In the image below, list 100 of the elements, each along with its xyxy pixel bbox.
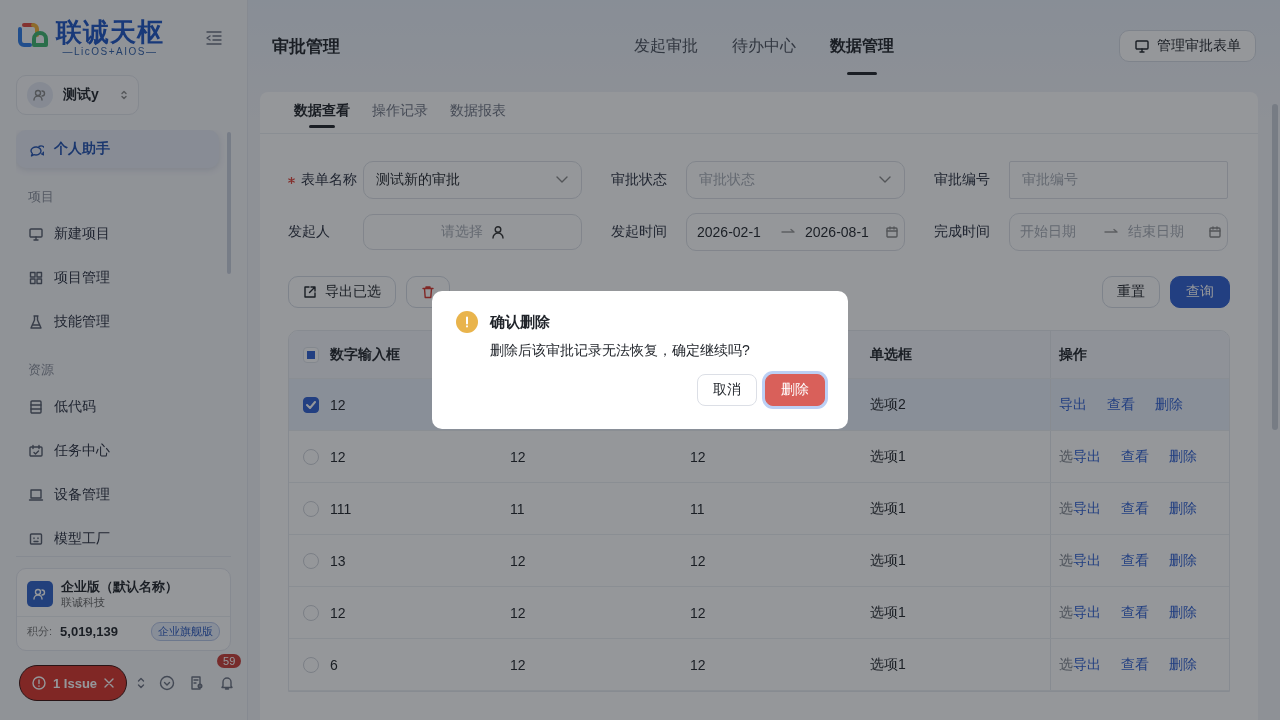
people-icon — [33, 88, 47, 102]
check-circle-icon — [159, 675, 176, 691]
table-cell: 选 — [1059, 603, 1073, 622]
points-value: 5,019,139 — [60, 624, 119, 639]
sub-tab[interactable]: 数据查看 — [294, 88, 350, 134]
table-cell: 12 — [510, 552, 526, 569]
table-cell: 12 — [690, 656, 706, 673]
sidebar-item[interactable]: 新建项目 — [16, 215, 219, 253]
row-action-link[interactable]: 导出 — [1059, 395, 1087, 414]
monitor-icon — [1134, 38, 1150, 54]
table-cell: 选项1 — [870, 447, 906, 466]
sidebar-item[interactable]: 低代码 — [16, 388, 219, 426]
issue-button[interactable]: 1 Issue — [19, 665, 128, 701]
confirm-delete-button[interactable]: 删除 — [765, 374, 825, 406]
column-header: 操作 — [1059, 345, 1087, 364]
manage-forms-button[interactable]: 管理审批表单 — [1119, 30, 1256, 62]
notification-count: 59 — [217, 654, 242, 668]
people-icon — [33, 587, 47, 601]
workspace-switcher[interactable]: 测试y — [16, 75, 139, 115]
row-action-link[interactable]: 删除 — [1169, 655, 1197, 674]
table-cell: 12 — [690, 604, 706, 621]
points-label: 积分: — [27, 624, 53, 639]
table-cell: 6 — [330, 656, 338, 673]
sort-icon — [137, 676, 146, 690]
table-cell: 选项1 — [870, 499, 906, 518]
table-cell: 11 — [510, 500, 525, 517]
row-action-link[interactable]: 查看 — [1121, 499, 1149, 518]
nav-tab[interactable]: 数据管理 — [830, 0, 894, 92]
cancel-button[interactable]: 取消 — [697, 374, 757, 406]
robot-icon — [28, 531, 44, 547]
row-action-link[interactable]: 查看 — [1107, 395, 1135, 414]
arrow-right-icon — [781, 228, 795, 236]
sidebar-item[interactable]: 任务中心 — [16, 432, 219, 470]
organization-name: 企业版（默认名称） — [61, 578, 178, 595]
row-action-link[interactable]: 导出 — [1073, 447, 1101, 466]
field-label: 审批编号 — [934, 171, 990, 189]
row-action-link[interactable]: 导出 — [1073, 499, 1101, 518]
sidebar-item[interactable]: 模型工厂 — [16, 520, 219, 556]
table-cell: 13 — [330, 552, 346, 569]
row-action-link[interactable]: 查看 — [1121, 603, 1149, 622]
calendar-icon — [28, 443, 44, 459]
reset-button[interactable]: 重置 — [1102, 276, 1160, 308]
row-action-link[interactable]: 查看 — [1121, 447, 1149, 466]
table-cell: 12 — [330, 604, 346, 621]
row-action-link[interactable]: 导出 — [1073, 655, 1101, 674]
export-selected-button[interactable]: 导出已选 — [288, 276, 396, 308]
table-cell: 12 — [690, 448, 706, 465]
chevron-down-icon — [555, 175, 569, 185]
field-label: 审批状态 — [611, 171, 667, 189]
row-action-link[interactable]: 删除 — [1169, 499, 1197, 518]
table-cell: 选 — [1059, 499, 1073, 518]
row-action-link[interactable]: 查看 — [1121, 551, 1149, 570]
row-action-link[interactable]: 导出 — [1073, 551, 1101, 570]
close-icon — [104, 678, 115, 688]
logo-title: 联诚天枢 — [56, 17, 164, 46]
bell-icon — [219, 675, 236, 691]
sidebar-item[interactable]: 个人助手 — [16, 130, 219, 168]
laptop-icon — [28, 487, 44, 503]
table-cell: 12 — [690, 552, 706, 569]
row-action-link[interactable]: 删除 — [1155, 395, 1183, 414]
table-cell: 12 — [510, 604, 526, 621]
export-icon — [303, 285, 317, 299]
sidebar-item[interactable]: 技能管理 — [16, 303, 219, 341]
table-cell: 12 — [330, 448, 346, 465]
row-action-link[interactable]: 导出 — [1073, 603, 1101, 622]
nav-tab[interactable]: 发起审批 — [634, 0, 698, 92]
grid-icon — [28, 270, 44, 286]
sidebar-item[interactable]: 项目管理 — [16, 259, 219, 297]
row-action-link[interactable]: 查看 — [1121, 655, 1149, 674]
column-header: 数字输入框 — [330, 345, 400, 364]
date-range-field[interactable]: 2026-02-1 2026-08-1 — [686, 213, 905, 251]
sub-tab[interactable]: 操作记录 — [372, 88, 428, 134]
collapse-button[interactable] — [205, 28, 225, 47]
row-action-link[interactable]: 删除 — [1169, 447, 1197, 466]
sidebar-item[interactable]: 设备管理 — [16, 476, 219, 514]
row-action-link[interactable]: 删除 — [1169, 603, 1197, 622]
company-name: 联诚科技 — [61, 595, 106, 610]
table-cell: 选项1 — [870, 551, 906, 570]
monitor-icon — [28, 226, 44, 242]
person-icon — [490, 225, 505, 239]
column-header: 单选框 — [870, 345, 912, 364]
table-cell: 选 — [1059, 551, 1073, 570]
chevron-down-icon — [878, 175, 892, 185]
arrow-right-icon — [1104, 228, 1118, 236]
trash-icon — [421, 285, 435, 299]
sub-tab[interactable]: 数据报表 — [450, 88, 506, 134]
nav-tab[interactable]: 待办中心 — [732, 0, 796, 92]
calendar-icon — [885, 225, 899, 239]
field-label: 表单名称 — [301, 171, 357, 189]
select-field[interactable]: 测试新的审批 — [363, 161, 582, 199]
checkbox[interactable] — [302, 396, 319, 413]
table-cell: 选项1 — [870, 655, 906, 674]
plan-badge: 企业旗舰版 — [151, 622, 220, 641]
row-action-link[interactable]: 删除 — [1169, 551, 1197, 570]
search-button[interactable]: 查询 — [1170, 276, 1230, 308]
page-title: 审批管理 — [272, 35, 340, 58]
sort-icon — [120, 89, 128, 101]
table-cell: 12 — [330, 396, 346, 413]
logo-subtitle: —LicOS+AIOS— — [62, 45, 158, 58]
document-icon — [28, 399, 44, 415]
